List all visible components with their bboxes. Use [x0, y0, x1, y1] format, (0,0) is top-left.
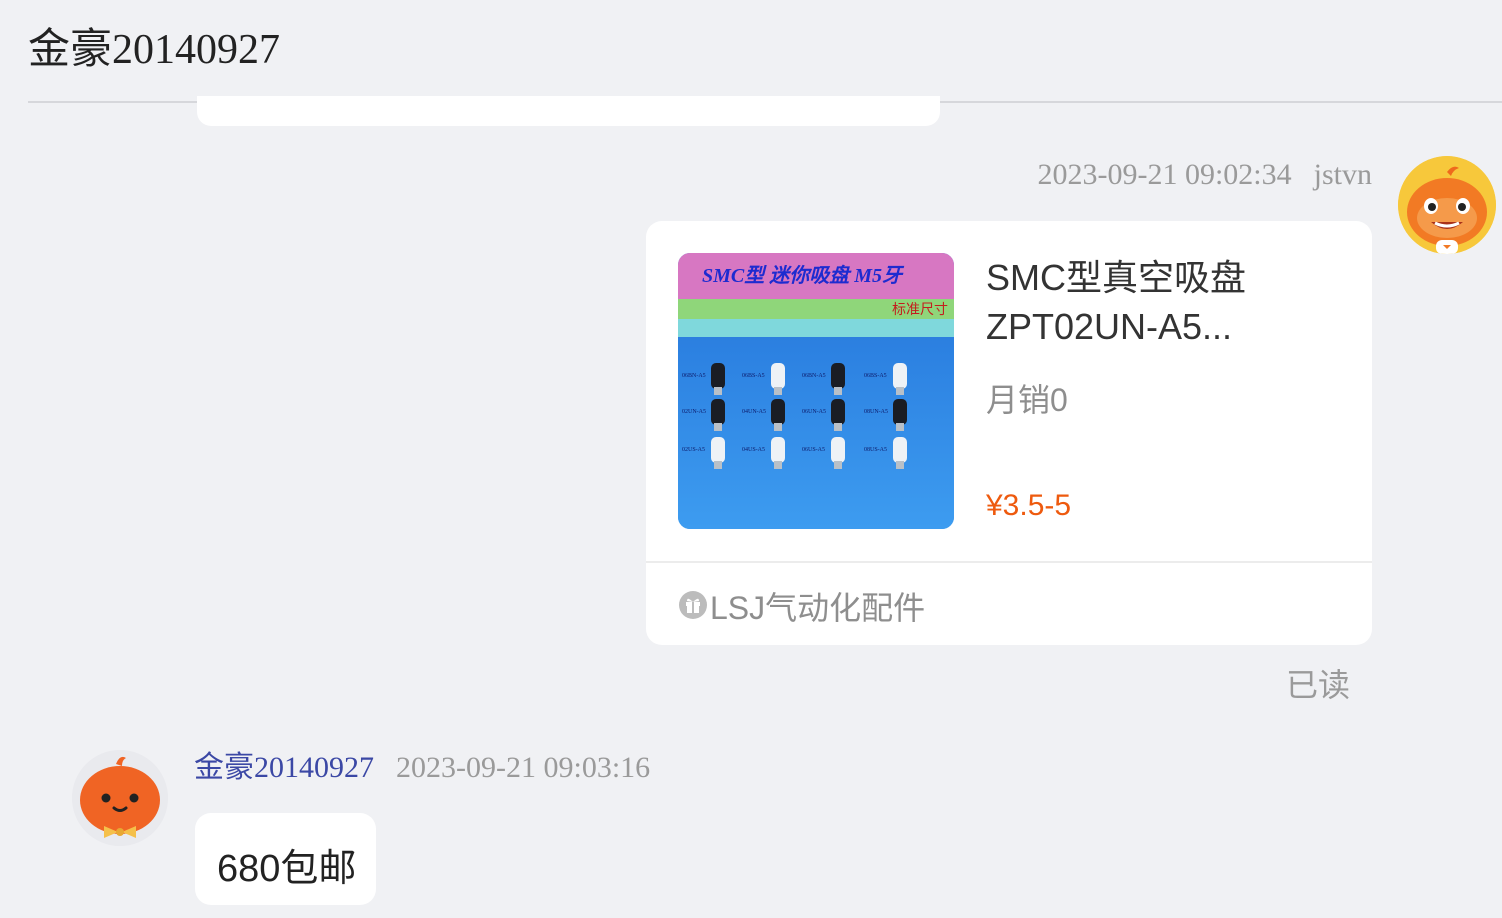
chat-header: 金豪20140927 — [0, 0, 1502, 103]
orange-mascot-bowtie-avatar-icon — [72, 750, 168, 846]
message-text: 680包邮 — [217, 848, 357, 890]
gift-icon — [679, 591, 707, 619]
suction-cup: 06BN-A5 — [802, 363, 845, 395]
suction-cup: 06BN-A5 — [682, 363, 725, 395]
shop-name-link[interactable]: LSJ气动化配件 — [710, 583, 925, 629]
message-bubble[interactable]: 680包邮 — [195, 813, 376, 905]
part-label: 02UN-A5 — [682, 409, 706, 415]
part-label: 06BS-A5 — [864, 373, 887, 379]
card-divider — [646, 561, 1372, 563]
incoming-message-meta: 金豪20140927 2023-09-21 09:03:16 — [194, 750, 650, 786]
part-label: 08US-A5 — [864, 447, 887, 453]
part-label: 08UN-A5 — [864, 409, 888, 415]
part-label: 06UN-A5 — [802, 409, 826, 415]
suction-cup: 06UN-A5 — [802, 399, 845, 431]
suction-cups-photo: 06BN-A5 06BS-A5 06BN-A5 06BS-A5 02UN-A5 04UN-… — [678, 337, 954, 529]
part-label: 06US-A5 — [802, 447, 825, 453]
suction-cup: 06US-A5 — [802, 437, 845, 469]
product-title-line2: ZPT02UN-A5... — [986, 306, 1233, 347]
suction-cup: 04UN-A5 — [742, 399, 785, 431]
suction-cup: 02UN-A5 — [682, 399, 725, 431]
image-subbanner-text: 标准尺寸 — [892, 303, 948, 318]
image-banner-text: SMC型 迷你吸盘 M5牙 — [702, 265, 903, 287]
previous-message-card — [197, 96, 940, 126]
chat-title: 金豪20140927 — [28, 27, 281, 73]
message-timestamp: 2023-09-21 09:03:16 — [396, 751, 651, 784]
suction-cup: 02US-A5 — [682, 437, 725, 469]
suction-cup: 08US-A5 — [864, 437, 907, 469]
outgoing-message-meta: 2023-09-21 09:02:34 jstvn — [1037, 157, 1372, 193]
sender-name[interactable]: jstvn — [1314, 158, 1372, 191]
product-price: ¥3.5-5 — [986, 489, 1072, 522]
image-subbanner: 标准尺寸 — [678, 299, 954, 319]
smiling-orange-mascot-avatar-icon — [1398, 156, 1496, 254]
image-banner: SMC型 迷你吸盘 M5牙 — [678, 253, 954, 299]
message-timestamp: 2023-09-21 09:02:34 — [1037, 158, 1292, 191]
read-status: 已读 — [1286, 667, 1351, 703]
suction-cup: 06BS-A5 — [742, 363, 785, 395]
contact-name[interactable]: 金豪20140927 — [194, 751, 374, 784]
product-sales: 月销0 — [986, 382, 1068, 418]
self-avatar[interactable] — [1398, 156, 1496, 254]
contact-avatar[interactable] — [72, 750, 168, 846]
part-label: 06BS-A5 — [742, 373, 765, 379]
part-label: 04US-A5 — [742, 447, 765, 453]
part-label: 06BN-A5 — [682, 373, 706, 379]
product-title[interactable]: SMC型真空吸盘 ZPT02UN-A5... — [986, 253, 1346, 351]
part-label: 06BN-A5 — [802, 373, 826, 379]
suction-cups-illustration: 06BN-A5 06BS-A5 06BN-A5 06BS-A5 02UN-A5 04UN-… — [682, 363, 907, 469]
product-title-line1: SMC型真空吸盘 — [986, 257, 1246, 298]
product-card[interactable]: SMC型 迷你吸盘 M5牙 标准尺寸 06BN-A5 06BS-A5 06BN-A5… — [646, 221, 1372, 645]
suction-cup: 08UN-A5 — [864, 399, 907, 431]
product-image[interactable]: SMC型 迷你吸盘 M5牙 标准尺寸 06BN-A5 06BS-A5 06BN-A5… — [678, 253, 954, 529]
part-label: 04UN-A5 — [742, 409, 766, 415]
suction-cup: 04US-A5 — [742, 437, 785, 469]
part-label: 02US-A5 — [682, 447, 705, 453]
suction-cup: 06BS-A5 — [864, 363, 907, 395]
image-stripe — [678, 319, 954, 337]
